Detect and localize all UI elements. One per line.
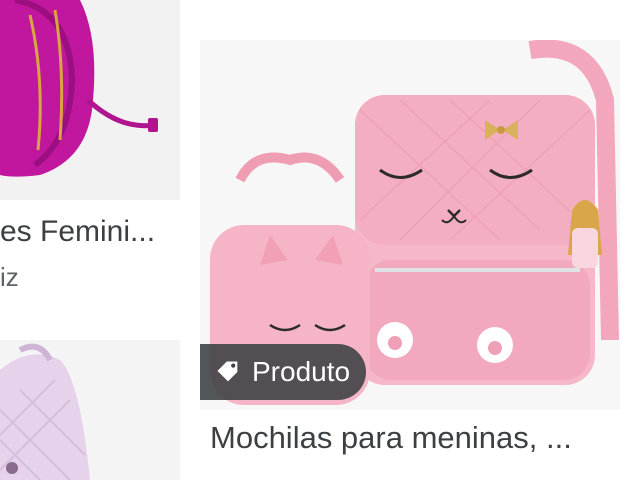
result-title[interactable]: es Femini... [0,215,180,249]
result-thumbnail[interactable] [0,0,180,200]
product-badge-label: Produto [252,356,351,387]
magenta-backpack-image [0,0,180,200]
result-source: iz [0,262,19,292]
product-badge: Produto [200,344,367,400]
result-thumbnail[interactable] [0,340,180,480]
lilac-backpack-image [0,340,180,480]
tag-icon [217,361,238,382]
result-title[interactable]: Mochilas para meninas, ... [210,420,610,456]
